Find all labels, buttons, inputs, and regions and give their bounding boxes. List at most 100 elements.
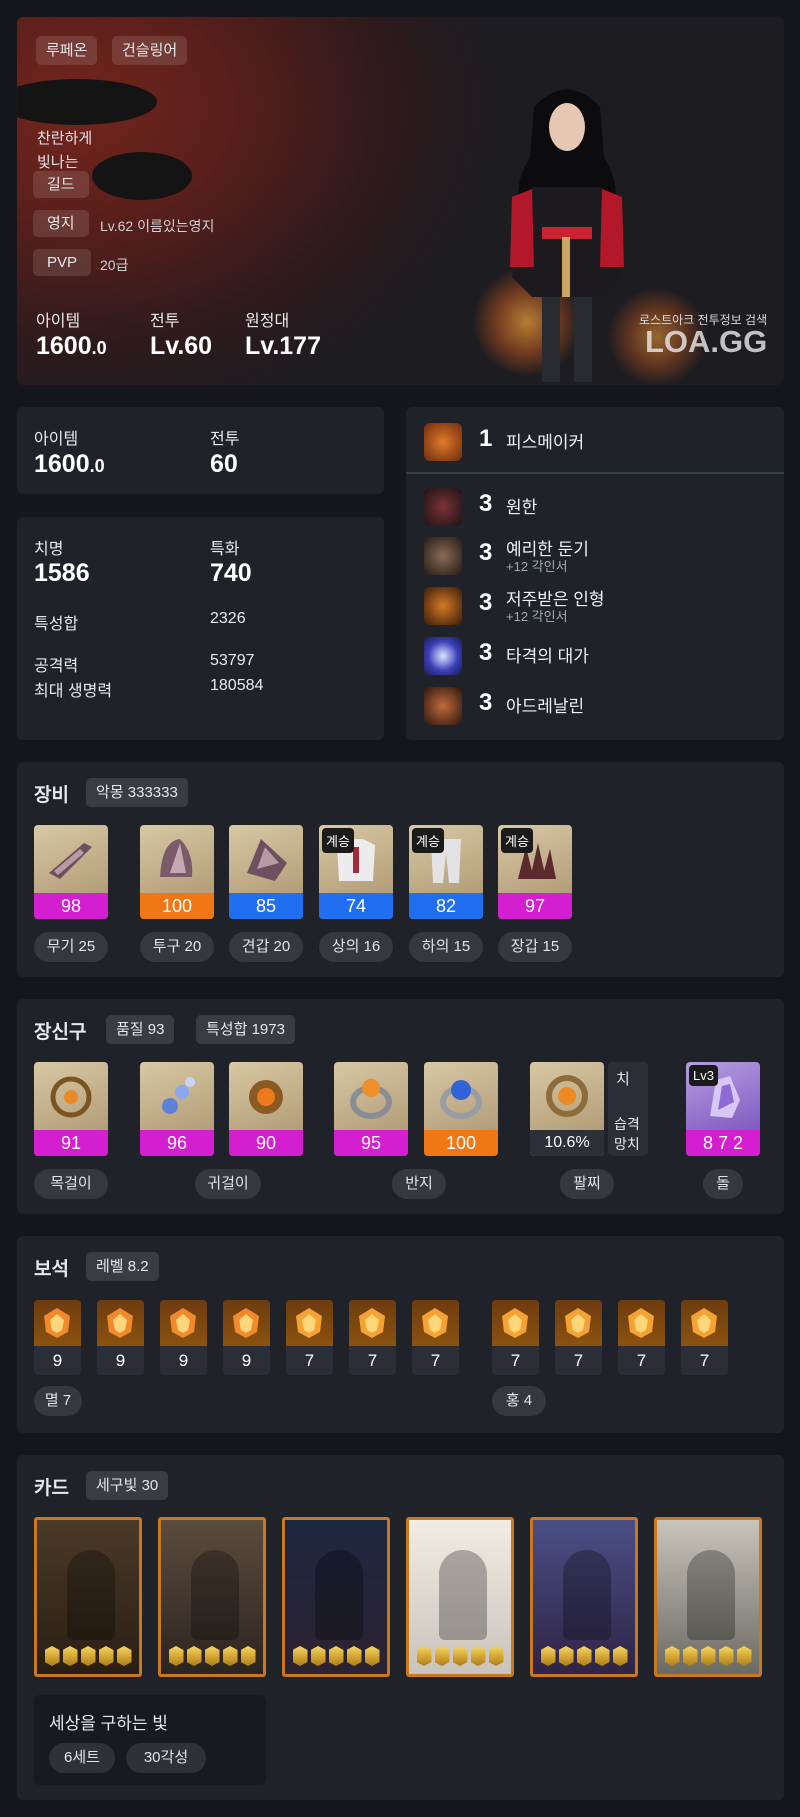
helmet-slot[interactable]: 100 — [140, 825, 214, 919]
engraving-row[interactable]: 3 원한 — [406, 486, 784, 526]
engraving-row[interactable]: 1 피스메이커 — [406, 421, 784, 461]
engraving-row[interactable]: 3 저주받은 인형 +12 각인서 — [406, 585, 784, 625]
adrenaline-icon — [424, 687, 462, 725]
title-line2: 빛나는 — [37, 154, 79, 171]
attack-label: 공격력 — [34, 658, 79, 675]
ring2-slot[interactable]: 100 — [424, 1062, 498, 1156]
gem-slot[interactable]: 7 — [286, 1300, 333, 1375]
gem-level: 7 — [510, 1351, 521, 1370]
gem-icon — [618, 1300, 665, 1346]
gem-slot[interactable]: 9 — [160, 1300, 207, 1375]
engraving-row[interactable]: 3 예리한 둔기 +12 각인서 — [406, 535, 784, 575]
awaken-gems — [657, 1646, 759, 1666]
awaken-gem-icon — [434, 1646, 450, 1666]
awaken-gems — [285, 1646, 387, 1666]
max-hp-label: 최대 생명력 — [34, 683, 113, 700]
gem-slot[interactable]: 7 — [492, 1300, 539, 1375]
helmet-icon — [160, 839, 193, 877]
gem-icon — [34, 1300, 81, 1346]
gem-level: 9 — [178, 1351, 189, 1370]
gem-group-cooldown: 홍 4 — [492, 1386, 546, 1416]
equipment-set-tag: 악몽 333333 — [86, 778, 188, 807]
accessories-title: 장신구 — [34, 1022, 87, 1043]
awaken-gem-icon — [700, 1646, 716, 1666]
card-portrait — [315, 1550, 363, 1640]
bracelet-option: 치 — [616, 1071, 630, 1088]
awaken-gem-icon — [470, 1646, 486, 1666]
territory-label: 영지 — [33, 210, 89, 237]
stat-total-value: 2326 — [210, 610, 246, 627]
summary-combat-value: 60 — [210, 450, 238, 478]
gem-slot[interactable]: 9 — [34, 1300, 81, 1375]
card-twins[interactable] — [530, 1517, 638, 1677]
gem-level: 7 — [699, 1351, 710, 1370]
bracelet-slot[interactable]: 10.6% — [530, 1062, 604, 1156]
card-angel[interactable] — [406, 1517, 514, 1677]
awaken-gem-icon — [682, 1646, 698, 1666]
card-elder[interactable] — [654, 1517, 762, 1677]
card-portrait — [439, 1550, 487, 1640]
engraving-level: 3 — [479, 639, 493, 666]
engraving-row[interactable]: 3 타격의 대가 — [406, 635, 784, 675]
earring2-slot[interactable]: 90 — [229, 1062, 303, 1156]
pvp-value: 20급 — [100, 257, 129, 273]
gem-level: 7 — [636, 1351, 647, 1370]
ring1-slot[interactable]: 95 — [334, 1062, 408, 1156]
necklace-slot[interactable]: 91 — [34, 1062, 108, 1156]
awaken-gems — [161, 1646, 263, 1666]
gem-slot[interactable]: 9 — [97, 1300, 144, 1375]
quality-bar: 97 — [498, 893, 572, 919]
shoulder-icon — [247, 839, 287, 881]
gem-slot[interactable]: 9 — [223, 1300, 270, 1375]
card-dwarf[interactable] — [34, 1517, 142, 1677]
pants-slot[interactable]: 계승 82 — [409, 825, 483, 919]
engraving-level: 3 — [479, 539, 493, 566]
peacemaker-icon — [424, 423, 462, 461]
territory-value: Lv.62 이름있는영지 — [100, 218, 215, 234]
gem-slot[interactable]: 7 — [412, 1300, 459, 1375]
gem-icon — [412, 1300, 459, 1346]
gem-icon — [223, 1300, 270, 1346]
spec-label: 특화 — [210, 541, 240, 558]
shoulder-slot[interactable]: 85 — [229, 825, 303, 919]
engraving-sub: +12 각인서 — [506, 559, 568, 574]
gem-slot[interactable]: 7 — [681, 1300, 728, 1375]
gem-level-tag: 레벨 8.2 — [86, 1252, 159, 1281]
card-portrait — [563, 1550, 611, 1640]
engraving-level: 1 — [479, 425, 493, 452]
weapon-label: 무기 25 — [34, 932, 108, 962]
awaken-gems — [409, 1646, 511, 1666]
gem-slot[interactable]: 7 — [555, 1300, 602, 1375]
engraving-row[interactable]: 3 아드레날린 — [406, 685, 784, 725]
max-hp-value: 180584 — [210, 677, 264, 694]
awaken-gem-icon — [168, 1646, 184, 1666]
chest-slot[interactable]: 계승 74 — [319, 825, 393, 919]
gem-slot[interactable]: 7 — [349, 1300, 396, 1375]
helmet-label: 투구 20 — [140, 932, 214, 962]
gem-level: 7 — [304, 1351, 315, 1370]
gem-slot[interactable]: 7 — [618, 1300, 665, 1375]
awaken-gem-icon — [664, 1646, 680, 1666]
awaken-gem-icon — [540, 1646, 556, 1666]
earring1-slot[interactable]: 96 — [140, 1062, 214, 1156]
quality-bar: 91 — [34, 1130, 108, 1156]
awaken-gem-icon — [222, 1646, 238, 1666]
gem-level: 9 — [241, 1351, 252, 1370]
summary-item-label: 아이템 — [34, 431, 79, 448]
card-warrior[interactable] — [282, 1517, 390, 1677]
card-set-count: 6세트 — [49, 1743, 115, 1773]
stone-slot[interactable]: Lv3 8 7 2 — [686, 1062, 760, 1156]
awaken-gem-icon — [44, 1646, 60, 1666]
summary-item-value: 1600 — [34, 450, 90, 478]
cards-panel: 카드 세구빛 30 세상을 구하는 빛 6세트 30각성 — [17, 1455, 784, 1800]
bracelet-option: 습격 — [614, 1116, 640, 1132]
card-knight[interactable] — [158, 1517, 266, 1677]
gloves-slot[interactable]: 계승 97 — [498, 825, 572, 919]
weapon-slot[interactable]: 98 — [34, 825, 108, 919]
necklace-icon — [50, 1076, 92, 1118]
succession-badge: 계승 — [501, 828, 533, 853]
engraving-level: 3 — [479, 490, 493, 517]
awaken-gem-icon — [292, 1646, 308, 1666]
card-awaken: 30각성 — [126, 1743, 206, 1773]
engraving-name: 타격의 대가 — [506, 647, 589, 666]
